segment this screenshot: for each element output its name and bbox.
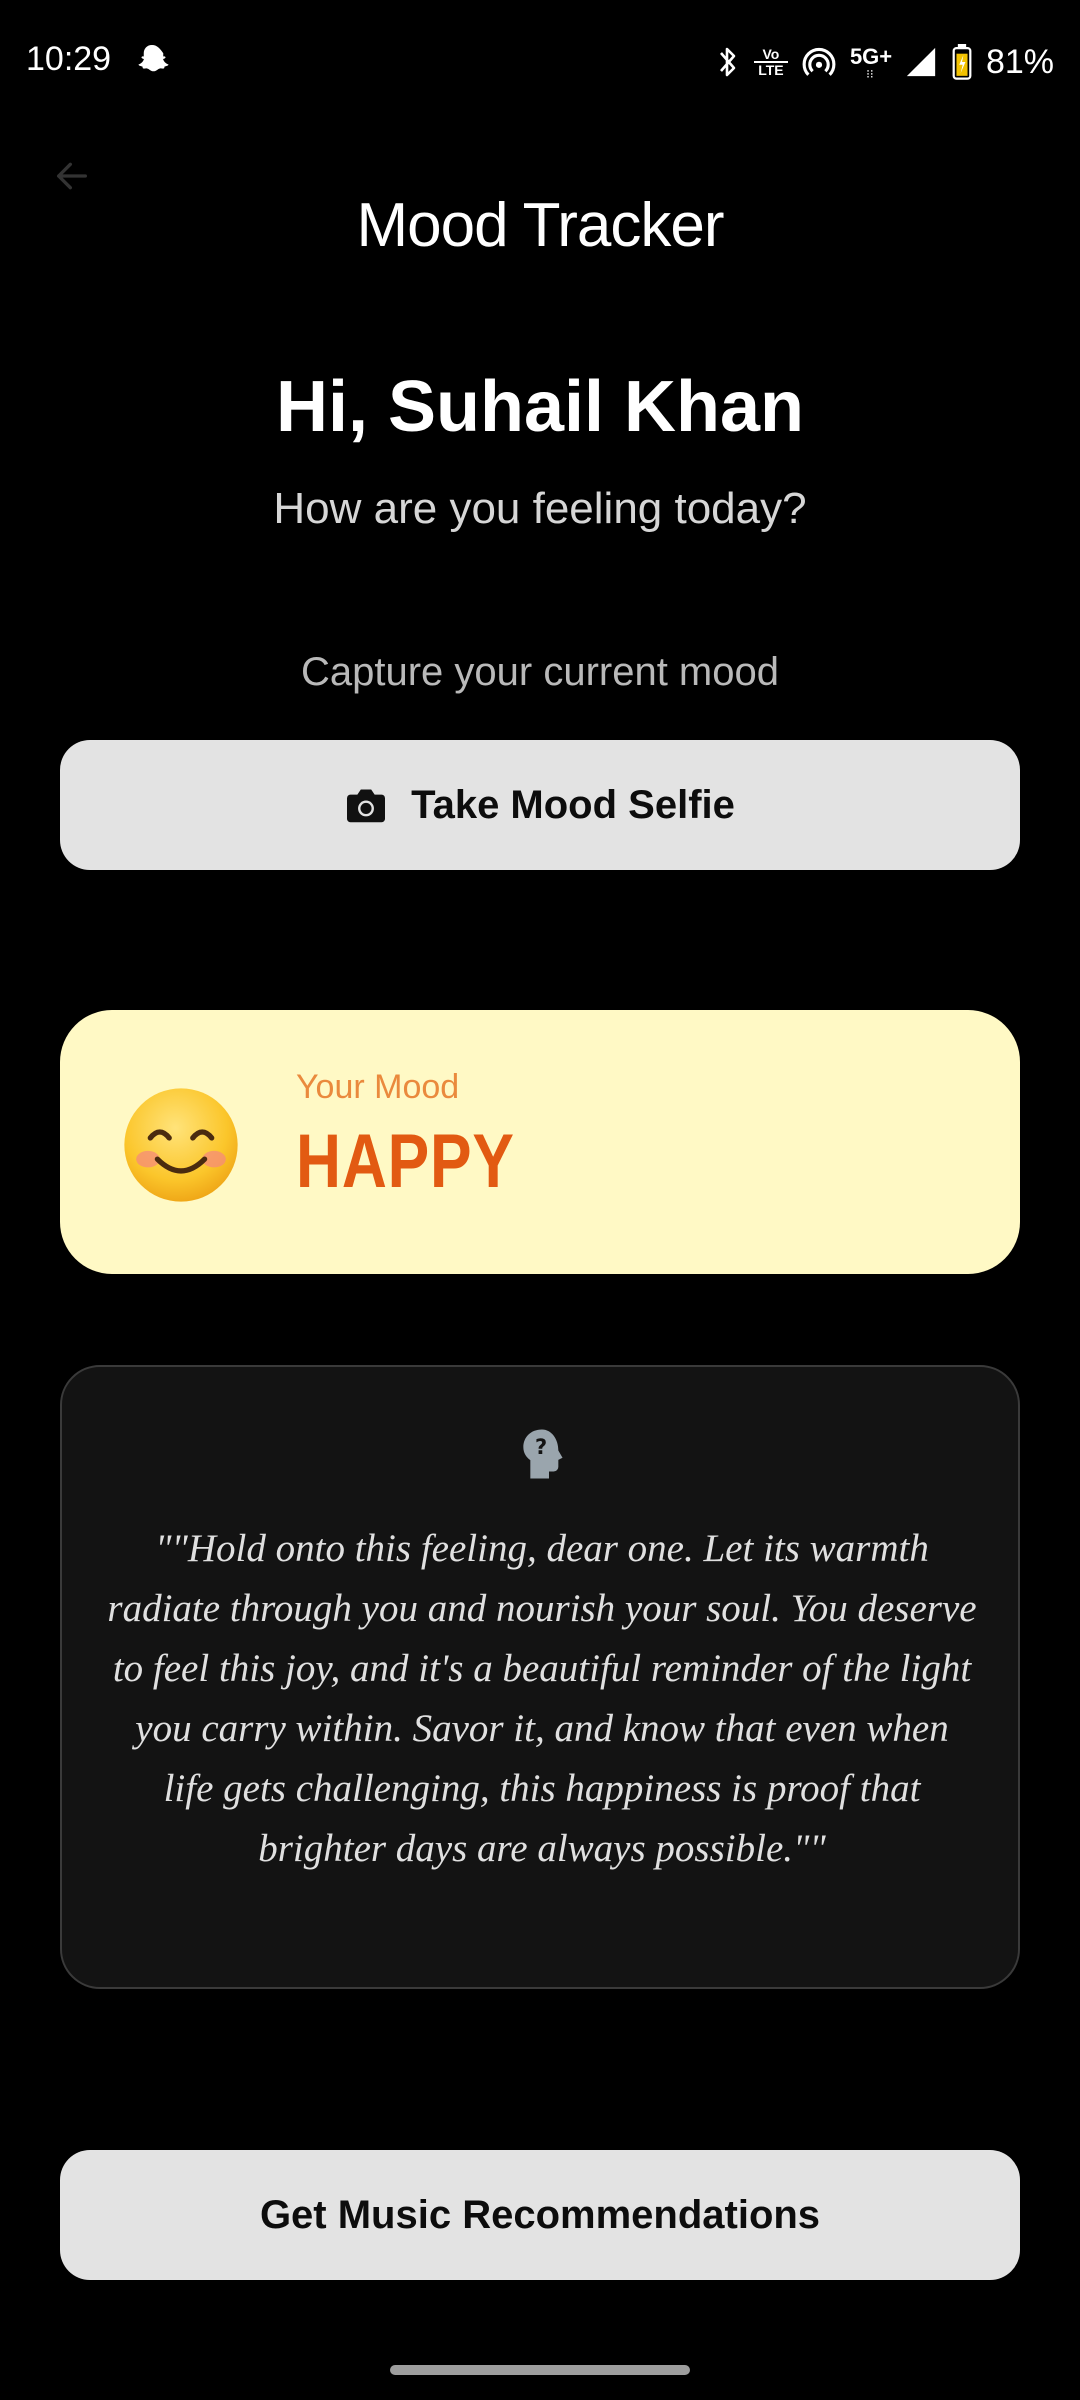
quote-text: ""Hold onto this feeling, dear one. Let … [107,1527,977,1870]
head-question-icon: ? [523,1429,563,1479]
home-indicator[interactable] [390,2365,690,2375]
snapchat-ghost-icon [138,45,169,72]
svg-text:?: ? [535,1435,547,1459]
get-music-recommendations-button[interactable]: Get Music Recommendations [60,2150,1020,2280]
status-bar: 10:29 Vo LTE 5G+ ⁝⁝ 81% [0,0,1080,120]
take-mood-selfie-button[interactable]: Take Mood Selfie [60,740,1020,870]
status-icons: Vo LTE 5G+ ⁝⁝ 81% [716,40,1054,84]
battery-icon [952,44,972,80]
5g-icon: 5G+ ⁝⁝ [849,44,893,81]
hotspot-icon [802,47,836,76]
take-mood-selfie-label: Take Mood Selfie [411,782,735,827]
greeting-subtitle: How are you feeling today? [273,484,807,533]
bluetooth-icon [719,47,736,77]
mood-card: Your Mood HAPPY [60,1010,1020,1274]
smiling-face-icon [124,1088,238,1202]
status-time: 10:29 [26,40,112,78]
battery-percent: 81% [985,42,1054,81]
signal-icon [906,47,936,77]
volte-label-top: Vo [762,46,780,62]
get-music-recommendations-label: Get Music Recommendations [259,2192,821,2237]
capture-label: Capture your current mood [300,650,779,694]
camera-icon [347,789,386,823]
volte-icon: Vo LTE [753,46,788,77]
network-label: 5G+ [849,44,893,69]
greeting-title: Hi, Suhail Khan [275,367,805,447]
mood-label: Your Mood [296,1068,460,1106]
page-title: Mood Tracker [356,191,724,260]
volte-label-bottom: LTE [753,61,788,77]
mood-value: HAPPY [296,1119,515,1204]
quote-card: ? ""Hold onto this feeling, dear one. Le… [60,1365,1020,1989]
